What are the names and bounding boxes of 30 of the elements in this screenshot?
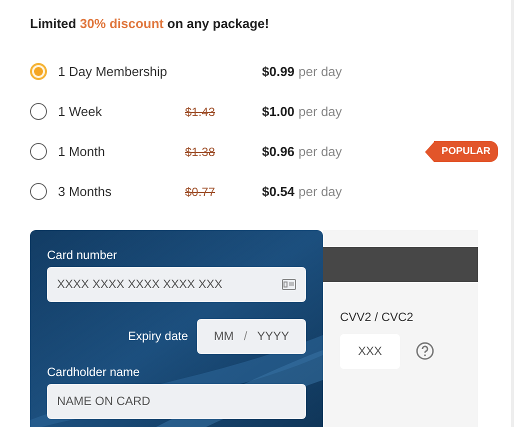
radio-button[interactable] (30, 183, 47, 200)
field-label: Expiry date (128, 328, 188, 345)
field-label: CVV2 / CVC2 (340, 308, 414, 326)
plan-label: 1 Month (58, 142, 106, 161)
radio-button[interactable] (30, 63, 47, 80)
field-label: Card number (47, 246, 118, 264)
help-icon[interactable] (416, 342, 434, 360)
plan-label: 1 Day Membership (58, 62, 168, 81)
card-number-field[interactable]: XXXX XXXX XXXX XXXX XXX (47, 266, 306, 302)
plan-label: 1 Week (58, 102, 103, 121)
plan-price: $0.99 (262, 62, 295, 81)
expiry-field[interactable]: MM / YYYY (197, 318, 306, 354)
radio-button[interactable] (30, 143, 47, 160)
price-unit: per day (298, 62, 343, 81)
price-unit: per day (298, 182, 343, 201)
old-price: $0.77 (185, 184, 216, 198)
plan-label: 3 Months (58, 182, 112, 201)
plan-price: $0.96 (262, 142, 295, 161)
price-unit: per day (298, 142, 343, 161)
old-price: $1.38 (185, 144, 216, 158)
price-unit: per day (298, 102, 343, 121)
field-label: Cardholder name (47, 364, 140, 380)
cvv-field[interactable]: XXX (340, 334, 400, 368)
old-price: $1.43 (185, 104, 216, 118)
radio-button[interactable] (30, 103, 47, 120)
discount-headline: Limited 30% discount on any package! (30, 15, 270, 33)
card-icon (282, 278, 296, 290)
plan-price: $0.54 (262, 182, 295, 201)
cardholder-name-field[interactable]: NAME ON CARD (47, 384, 306, 418)
plan-price: $1.00 (262, 102, 295, 121)
